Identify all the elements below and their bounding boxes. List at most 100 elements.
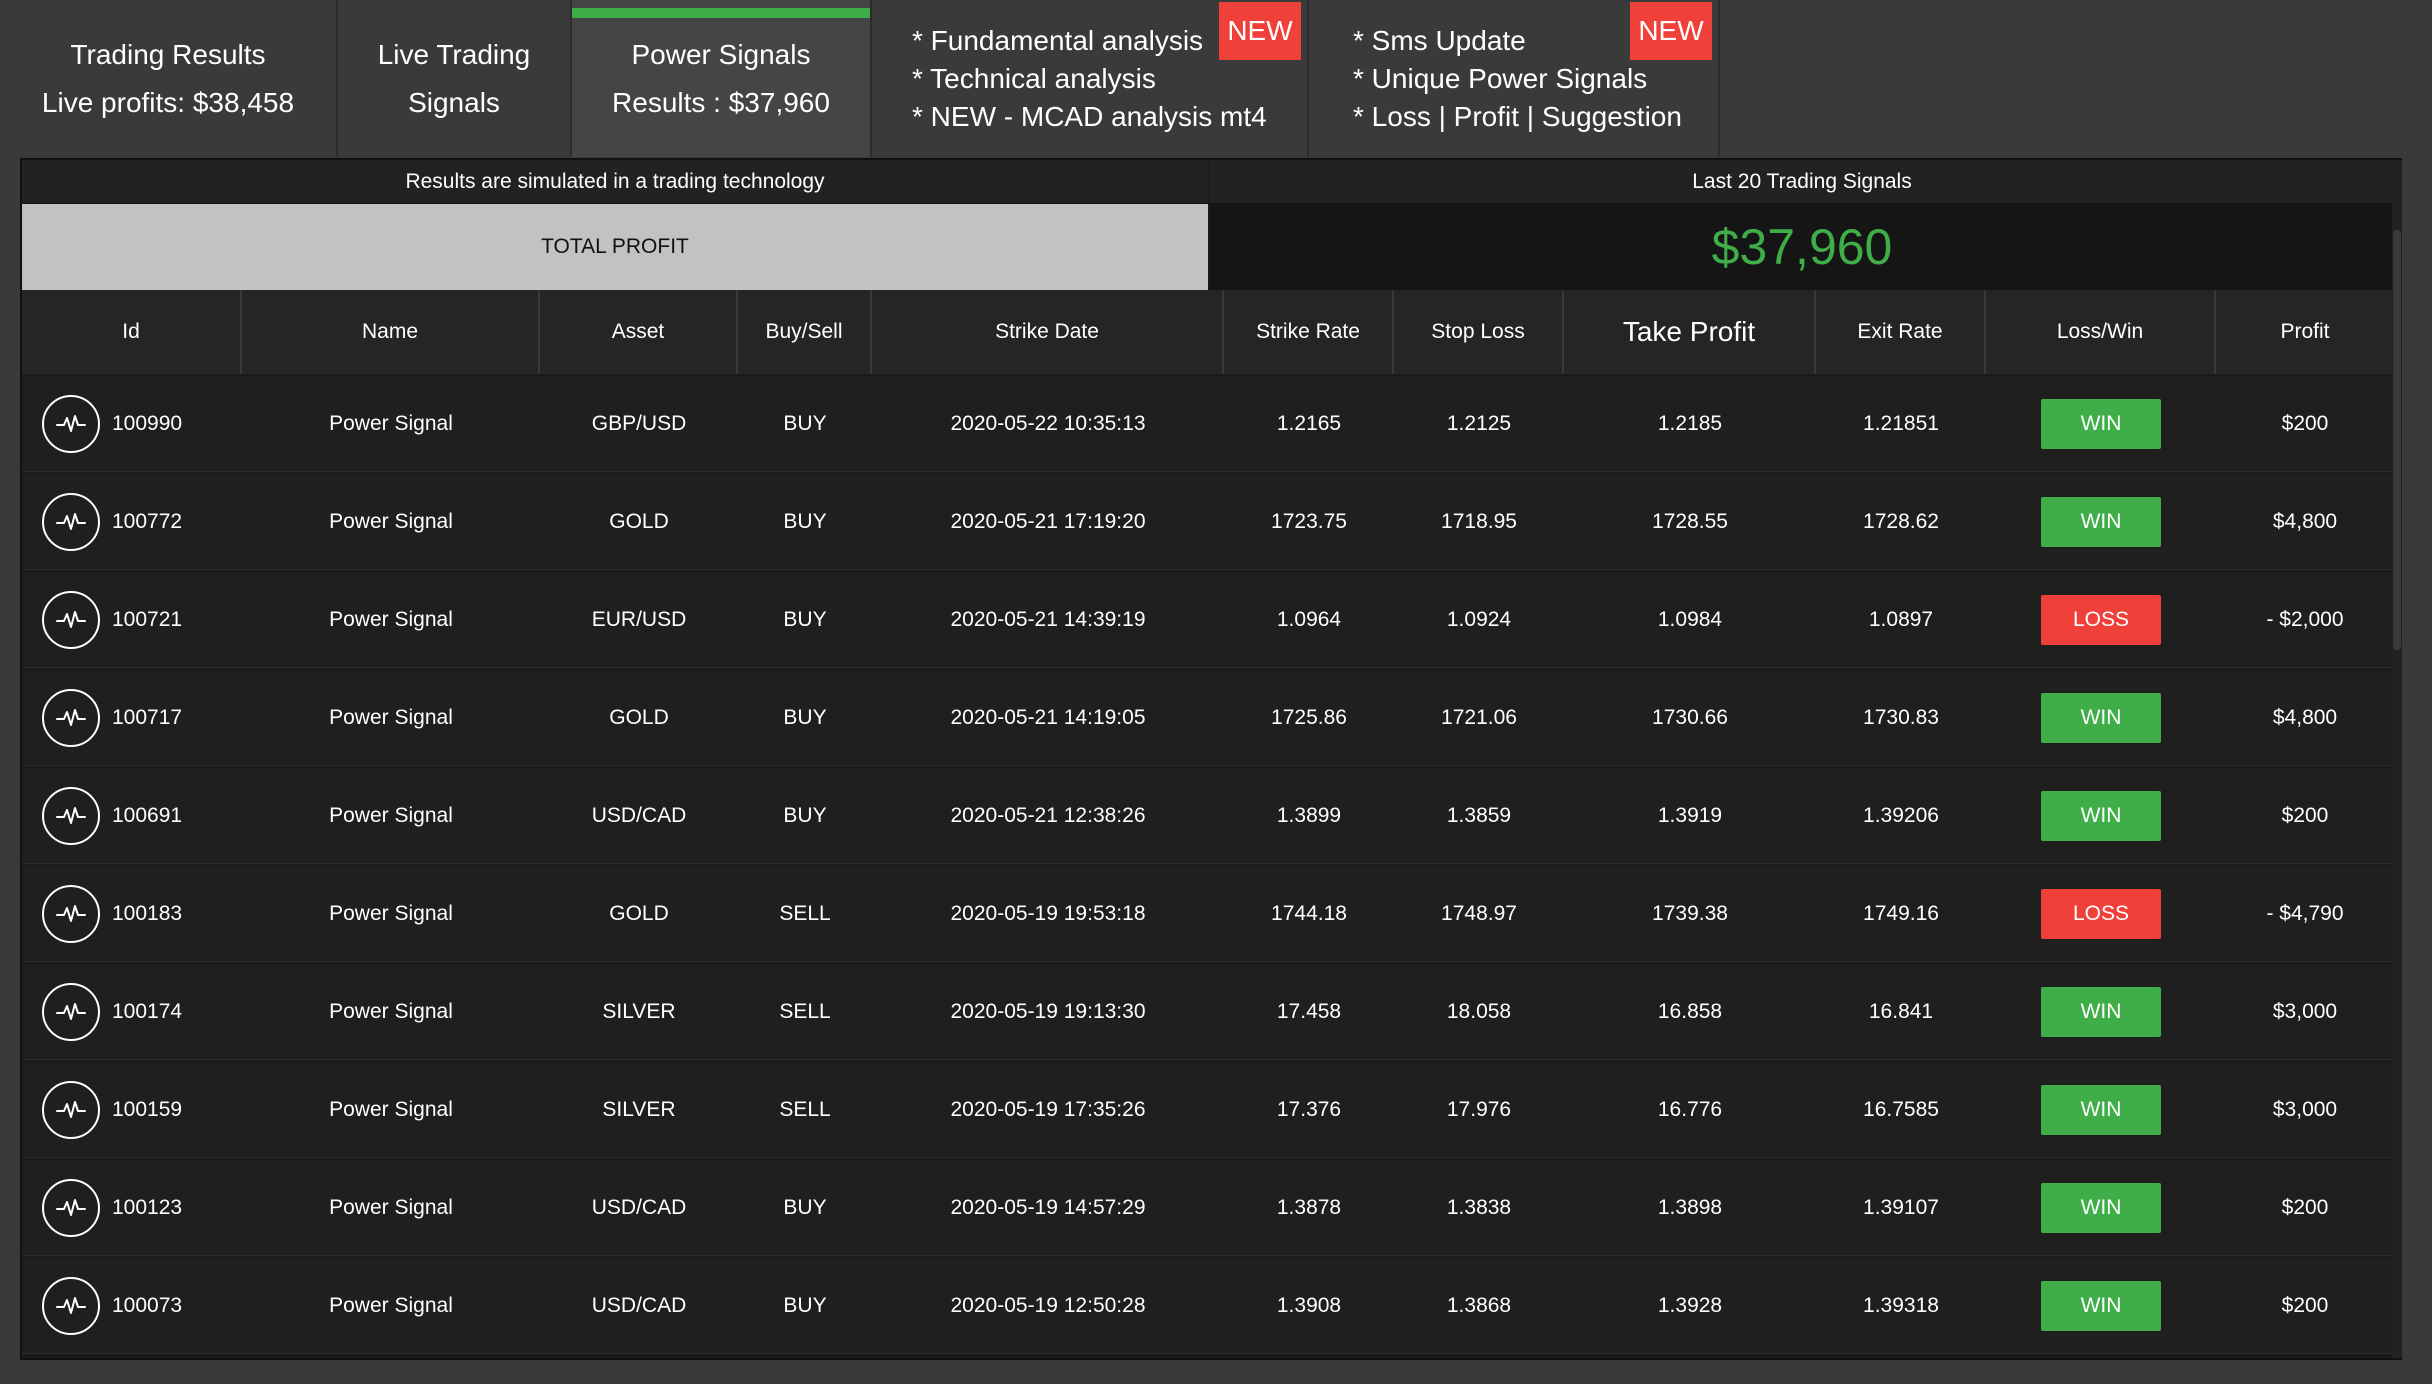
cell-name: Power Signal xyxy=(329,607,453,631)
cell-stop-loss: 18.058 xyxy=(1446,999,1512,1023)
tab-subtitle: Results : $37,960 xyxy=(612,86,830,118)
cell-take-profit: 1.2185 xyxy=(1657,411,1723,435)
cell-stop-loss: 1.3868 xyxy=(1446,1293,1512,1317)
signal-id: 100159 xyxy=(112,1097,183,1121)
cell-strike-date: 2020-05-19 14:57:29 xyxy=(950,1195,1146,1219)
cell-strike-date: 2020-05-19 17:35:26 xyxy=(950,1097,1146,1121)
cell-stop-loss: 1718.95 xyxy=(1441,509,1517,533)
table-row[interactable]: 100073 Power Signal USD/CAD BUY 2020-05-… xyxy=(22,1258,2394,1354)
table-row[interactable]: 100123 Power Signal USD/CAD BUY 2020-05-… xyxy=(22,1160,2394,1256)
column-header-loss-win[interactable]: Loss/Win xyxy=(1986,290,2216,374)
cell-stop-loss: 1721.06 xyxy=(1441,705,1517,729)
cell-loss-win: WIN xyxy=(1986,768,2216,864)
tab-live-trading-signals[interactable]: Live Trading Signals xyxy=(338,0,572,157)
column-header-asset[interactable]: Asset xyxy=(540,290,738,374)
column-header-strike-rate[interactable]: Strike Rate xyxy=(1224,290,1394,374)
feature-list-signals: * Sms Update * Unique Power Signals * Lo… xyxy=(1309,0,1720,157)
pulse-icon[interactable] xyxy=(42,1178,100,1237)
column-header-stop-loss[interactable]: Stop Loss xyxy=(1394,290,1564,374)
cell-take-profit: 1.3919 xyxy=(1657,803,1723,827)
cell-profit: - $4,790 xyxy=(2266,901,2344,925)
cell-name: Power Signal xyxy=(329,411,453,435)
cell-profit: $3,000 xyxy=(2272,1097,2338,1121)
tab-title: Live Trading xyxy=(377,38,531,70)
cell-exit-rate: 1730.83 xyxy=(1863,705,1939,729)
cell-buy-sell: SELL xyxy=(779,999,831,1023)
table-row[interactable]: 100990 Power Signal GBP/USD BUY 2020-05-… xyxy=(22,376,2394,472)
pulse-icon[interactable] xyxy=(42,1276,100,1335)
cell-id: 100772 xyxy=(22,474,242,570)
result-badge: LOSS xyxy=(2041,594,2161,645)
cell-asset: USD/CAD xyxy=(591,803,687,827)
pulse-icon[interactable] xyxy=(42,982,100,1041)
result-badge: LOSS xyxy=(2041,888,2161,939)
cell-strike-date: 2020-05-19 19:13:30 xyxy=(950,999,1146,1023)
tab-power-signals[interactable]: Power Signals Results : $37,960 xyxy=(572,0,872,157)
cell-id: 100990 xyxy=(22,376,242,472)
new-badge: NEW xyxy=(1630,2,1712,60)
cell-strike-rate: 1744.18 xyxy=(1271,901,1347,925)
scrollbar-thumb[interactable] xyxy=(2393,230,2401,650)
signal-id: 100174 xyxy=(112,999,183,1023)
table-row[interactable]: 100159 Power Signal SILVER SELL 2020-05-… xyxy=(22,1062,2394,1158)
column-header-buy-sell[interactable]: Buy/Sell xyxy=(738,290,872,374)
table-row[interactable]: 100691 Power Signal USD/CAD BUY 2020-05-… xyxy=(22,768,2394,864)
signal-id: 100717 xyxy=(112,705,183,729)
column-header-exit-rate[interactable]: Exit Rate xyxy=(1816,290,1986,374)
cell-loss-win: LOSS xyxy=(1986,866,2216,962)
cell-stop-loss: 1.3859 xyxy=(1446,803,1512,827)
cell-strike-date: 2020-05-21 14:39:19 xyxy=(950,607,1146,631)
column-header-strike-date[interactable]: Strike Date xyxy=(872,290,1224,374)
result-badge: WIN xyxy=(2041,1182,2161,1233)
cell-strike-rate: 1.3908 xyxy=(1276,1293,1342,1317)
cell-loss-win: WIN xyxy=(1986,474,2216,570)
pulse-icon[interactable] xyxy=(42,688,100,747)
signal-id: 100990 xyxy=(112,411,183,435)
cell-take-profit: 16.858 xyxy=(1657,999,1723,1023)
column-header-name[interactable]: Name xyxy=(242,290,540,374)
cell-take-profit: 1.3928 xyxy=(1657,1293,1723,1317)
column-header-id[interactable]: Id xyxy=(22,290,242,374)
total-profit-section: Results are simulated in a trading techn… xyxy=(22,160,1208,290)
pulse-icon[interactable] xyxy=(42,1080,100,1139)
cell-buy-sell: SELL xyxy=(779,1097,831,1121)
table-row[interactable]: 100721 Power Signal EUR/USD BUY 2020-05-… xyxy=(22,572,2394,668)
table-row[interactable]: 100183 Power Signal GOLD SELL 2020-05-19… xyxy=(22,866,2394,962)
result-badge: WIN xyxy=(2041,496,2161,547)
result-badge: WIN xyxy=(2041,790,2161,841)
summary-header: Results are simulated in a trading techn… xyxy=(22,160,2394,290)
cell-exit-rate: 1749.16 xyxy=(1863,901,1939,925)
tab-trading-results[interactable]: Trading Results Live profits: $38,458 xyxy=(0,0,338,157)
table-row[interactable]: 100174 Power Signal SILVER SELL 2020-05-… xyxy=(22,964,2394,1060)
pulse-icon[interactable] xyxy=(42,492,100,551)
cell-id: 100183 xyxy=(22,866,242,962)
cell-buy-sell: BUY xyxy=(783,607,827,631)
pulse-icon[interactable] xyxy=(42,590,100,649)
cell-exit-rate: 1.39206 xyxy=(1863,803,1939,827)
pulse-icon[interactable] xyxy=(42,884,100,943)
column-header-take-profit[interactable]: Take Profit xyxy=(1564,290,1816,374)
cell-take-profit: 1739.38 xyxy=(1652,901,1728,925)
cell-buy-sell: BUY xyxy=(783,509,827,533)
cell-profit: $3,000 xyxy=(2272,999,2338,1023)
cell-buy-sell: BUY xyxy=(783,1195,827,1219)
cell-id: 100174 xyxy=(22,964,242,1060)
cell-asset: GOLD xyxy=(609,509,669,533)
pulse-icon[interactable] xyxy=(42,394,100,453)
column-header-profit[interactable]: Profit xyxy=(2216,290,2394,374)
cell-strike-rate: 1.3878 xyxy=(1276,1195,1342,1219)
cell-name: Power Signal xyxy=(329,803,453,827)
app-root: Trading Results Live profits: $38,458 Li… xyxy=(0,0,2432,1384)
pulse-icon[interactable] xyxy=(42,786,100,845)
cell-asset: USD/CAD xyxy=(591,1195,687,1219)
top-tab-bar: Trading Results Live profits: $38,458 Li… xyxy=(0,0,1720,157)
cell-exit-rate: 16.841 xyxy=(1868,999,1934,1023)
tab-title: Trading Results xyxy=(70,38,266,70)
cell-exit-rate: 1.0897 xyxy=(1868,607,1934,631)
tab-subtitle: Live profits: $38,458 xyxy=(41,86,295,118)
cell-strike-date: 2020-05-21 17:19:20 xyxy=(950,509,1146,533)
vertical-scrollbar[interactable] xyxy=(2392,160,2402,1358)
table-row[interactable]: 100717 Power Signal GOLD BUY 2020-05-21 … xyxy=(22,670,2394,766)
table-row[interactable]: 100772 Power Signal GOLD BUY 2020-05-21 … xyxy=(22,474,2394,570)
cell-strike-rate: 1725.86 xyxy=(1271,705,1347,729)
